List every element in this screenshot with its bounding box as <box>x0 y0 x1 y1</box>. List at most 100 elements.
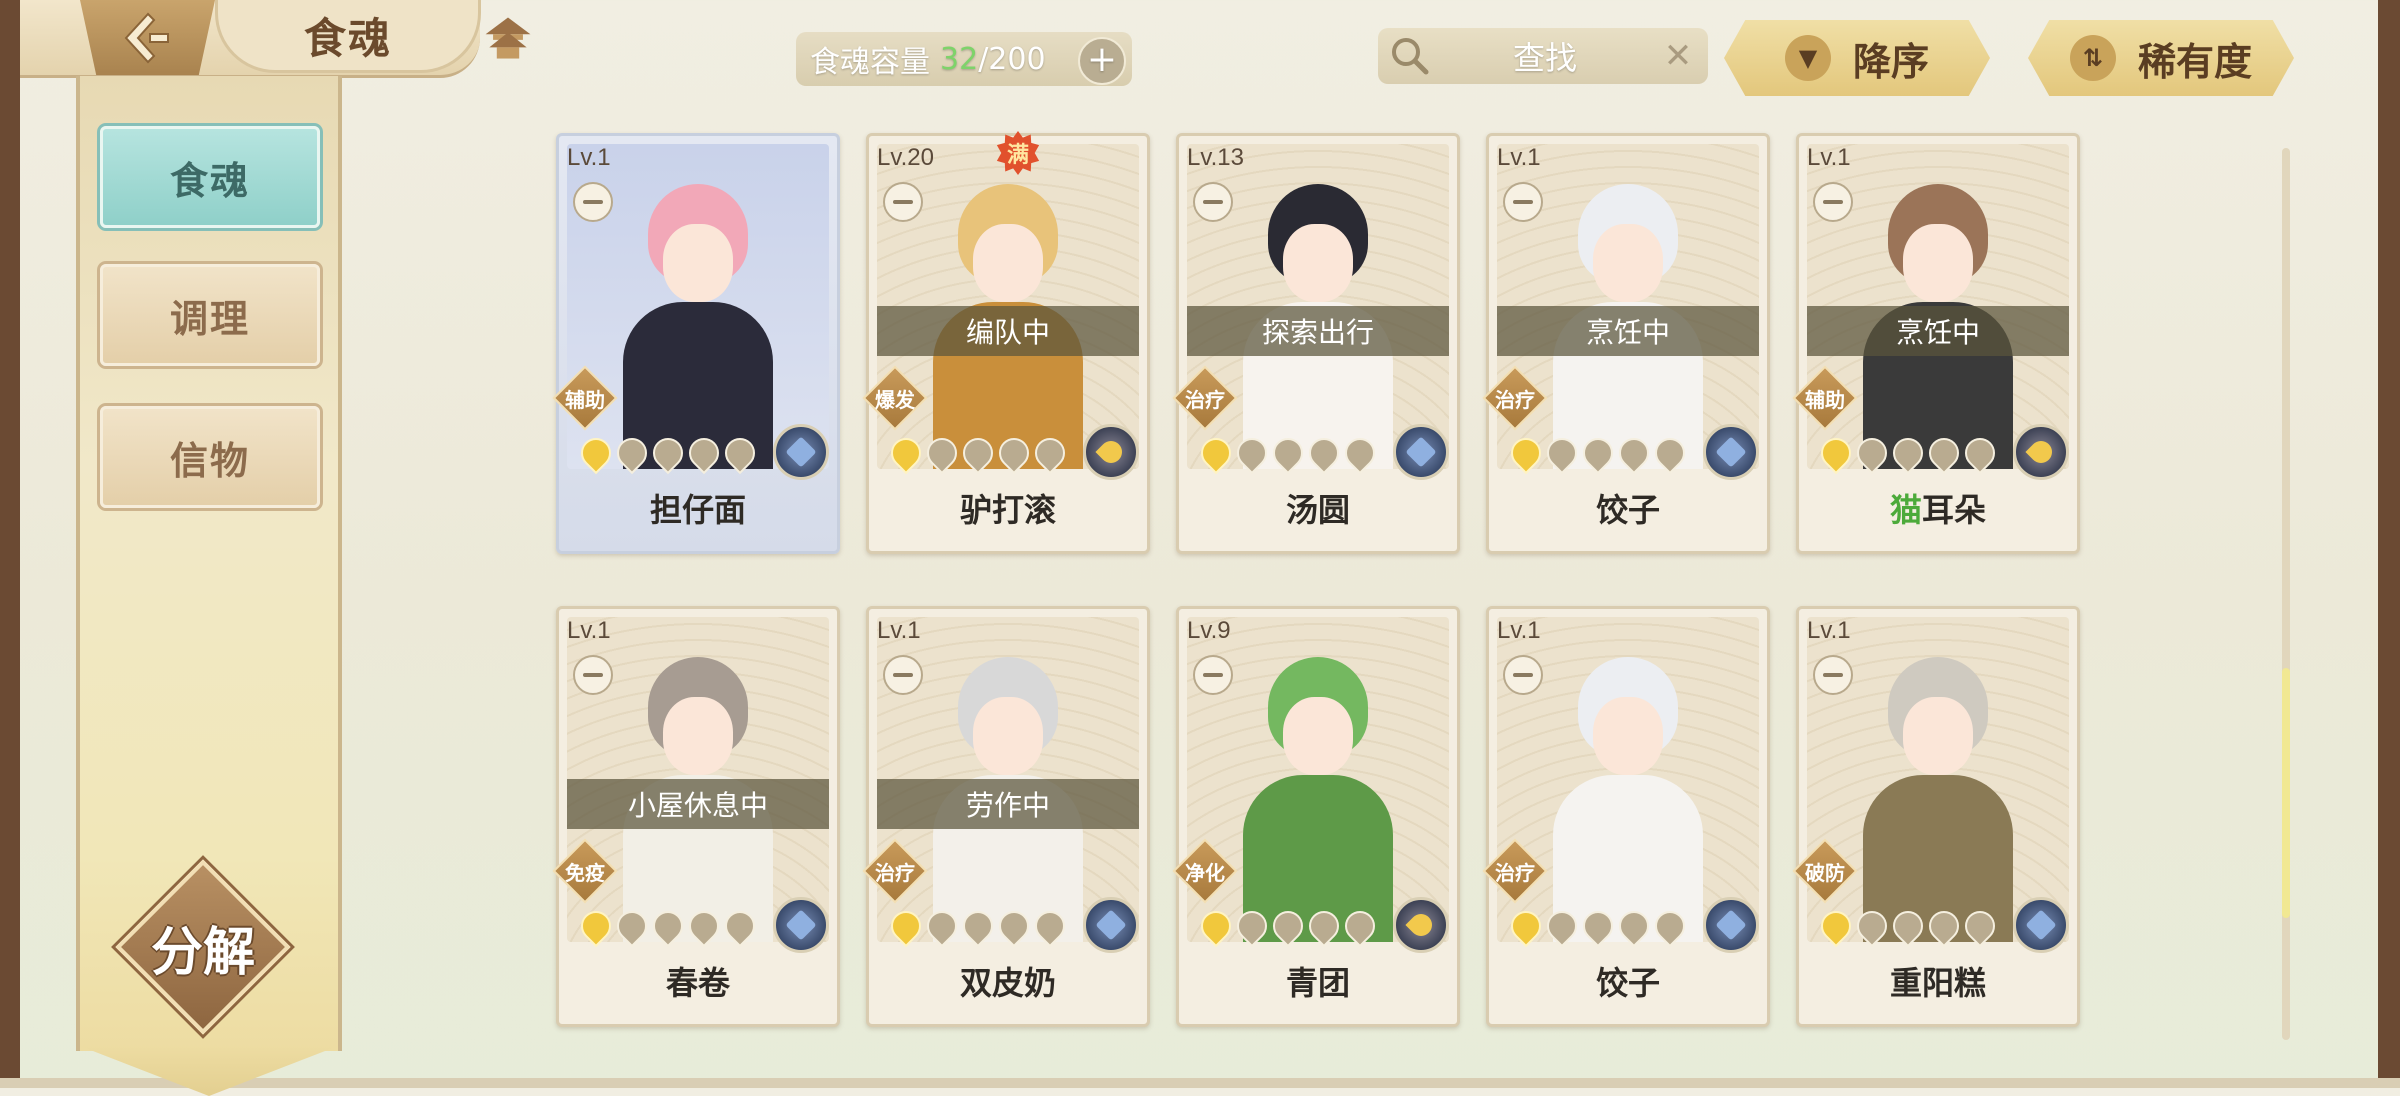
status-banner: 探索出行 <box>1187 306 1449 356</box>
food-soul-card[interactable]: Lv.1 烹饪中 辅助猫耳朵 <box>1792 133 2080 554</box>
flame-star-icon <box>1576 904 1620 948</box>
bowl-icon <box>1503 182 1543 222</box>
search-label: 查找 <box>1512 39 1577 77</box>
sort-key-button[interactable]: ⇅ 稀有度 <box>2028 20 2294 96</box>
flame-star-icon <box>718 431 762 475</box>
flame-star-icon <box>1850 431 1894 475</box>
flame-star-icon <box>682 431 726 475</box>
status-banner: 烹饪中 <box>1497 306 1759 356</box>
food-soul-card[interactable]: Lv.1 破防重阳糕 <box>1792 606 2080 1027</box>
back-button[interactable] <box>80 0 215 75</box>
capacity-current: 32 <box>940 41 979 77</box>
flame-star-icon <box>1230 904 1274 948</box>
max-level-badge: 满 <box>995 130 1041 176</box>
status-banner: 烹饪中 <box>1807 306 2069 356</box>
soul-name: 驴打滚 <box>959 491 1056 529</box>
flame-star-icon <box>1194 431 1238 475</box>
search-box[interactable]: 查找 ✕ <box>1378 28 1708 84</box>
decompose-button[interactable]: 分解 <box>115 859 291 1035</box>
capacity-add-button[interactable]: + <box>1078 37 1126 85</box>
role-badge: 治疗 <box>1482 365 1548 431</box>
flame-star-icon <box>1302 904 1346 948</box>
food-soul-card[interactable]: Lv.1 小屋休息中 免疫 春卷 <box>552 606 840 1027</box>
soul-name: 重阳糕 <box>1889 964 1986 1002</box>
bowl-icon <box>573 655 613 695</box>
search-icon <box>1392 38 1429 75</box>
flame-star-icon <box>1958 904 2002 948</box>
flame-star-icon <box>646 431 690 475</box>
status-banner: 劳作中 <box>877 779 1139 829</box>
element-icon <box>773 424 829 480</box>
flame-star-icon <box>992 904 1036 948</box>
flame-star-icon <box>1338 904 1382 948</box>
flame-star-icon <box>1540 904 1584 948</box>
bowl-icon <box>1193 655 1233 695</box>
flame-star-icon <box>1922 431 1966 475</box>
element-icon <box>2013 897 2069 953</box>
tab-food-souls[interactable]: 食魂 <box>100 126 320 228</box>
food-soul-card[interactable]: Lv.1 烹饪中 治疗 饺子 <box>1482 133 1770 554</box>
role-badge: 治疗 <box>862 838 928 904</box>
flame-star-icon <box>1922 904 1966 948</box>
star-rating <box>1504 431 1692 475</box>
star-rating <box>1814 904 2002 948</box>
flame-star-icon <box>1958 431 2002 475</box>
food-soul-card[interactable]: Lv.1 治疗 饺子 <box>1482 606 1770 1027</box>
element-icon <box>1393 897 1449 953</box>
character-art <box>1853 657 2023 942</box>
soul-name: 担仔面 <box>649 491 746 529</box>
flame-star-icon <box>884 904 928 948</box>
tab-conditioning[interactable]: 调理 <box>100 264 320 366</box>
flame-star-icon <box>574 904 618 948</box>
star-rating <box>1814 431 2002 475</box>
flame-star-icon <box>1540 431 1584 475</box>
element-icon <box>1083 424 1139 480</box>
character-face <box>1903 697 1973 775</box>
status-banner: 编队中 <box>877 306 1139 356</box>
food-soul-card[interactable]: Lv.9 净化 青团 <box>1172 606 1460 1027</box>
flame-star-icon <box>1576 431 1620 475</box>
soul-name: 汤圆 <box>1285 491 1350 529</box>
food-soul-card[interactable]: Lv.20 满编队中 爆发 驴打滚 <box>862 130 1150 554</box>
element-icon <box>1083 897 1139 953</box>
soul-name: 饺子 <box>1595 964 1660 1002</box>
flame-star-icon <box>1338 431 1382 475</box>
role-badge: 破防 <box>1792 838 1858 904</box>
role-badge: 辅助 <box>1792 365 1858 431</box>
character-face <box>1593 697 1663 775</box>
element-icon <box>773 897 829 953</box>
left-frame <box>0 0 20 1088</box>
clear-search-icon[interactable]: ✕ <box>1658 36 1698 76</box>
flame-star-icon <box>1194 904 1238 948</box>
capacity-max: 200 <box>988 41 1046 77</box>
star-rating <box>574 904 762 948</box>
bottom-frame <box>0 1078 2400 1088</box>
role-badge: 治疗 <box>1482 838 1548 904</box>
scrollbar-thumb[interactable] <box>2282 668 2290 918</box>
flame-star-icon <box>1814 904 1858 948</box>
sort-order-button[interactable]: ▼ 降序 <box>1724 20 1990 96</box>
home-pagoda-icon[interactable] <box>478 8 538 68</box>
star-rating <box>574 431 762 475</box>
flame-star-icon <box>718 904 762 948</box>
character-art <box>1543 657 1713 942</box>
level-label: Lv.1 <box>1497 144 1541 171</box>
food-soul-card[interactable]: Lv.1 劳作中 治疗 双皮奶 <box>862 606 1150 1027</box>
character-art <box>613 184 783 469</box>
flame-star-icon <box>992 431 1036 475</box>
flame-star-icon <box>1648 431 1692 475</box>
bowl-icon <box>1193 182 1233 222</box>
food-soul-card[interactable]: Lv.1 辅助 担仔面 <box>552 133 840 554</box>
capacity-counter: 食魂容量 32/200 + <box>796 32 1132 86</box>
level-label: Lv.1 <box>1807 617 1851 644</box>
role-badge: 爆发 <box>862 365 928 431</box>
capacity-label: 食魂容量 <box>810 45 930 80</box>
food-soul-card[interactable]: Lv.13 探索出行 治疗 汤圆 <box>1172 133 1460 554</box>
flame-star-icon <box>682 904 726 948</box>
triangle-down-icon: ▼ <box>1784 35 1831 81</box>
character-art <box>1233 657 1403 942</box>
character-face <box>663 224 733 302</box>
tab-tokens[interactable]: 信物 <box>100 406 320 508</box>
star-rating <box>884 904 1072 948</box>
scrollbar[interactable] <box>2282 148 2290 1040</box>
